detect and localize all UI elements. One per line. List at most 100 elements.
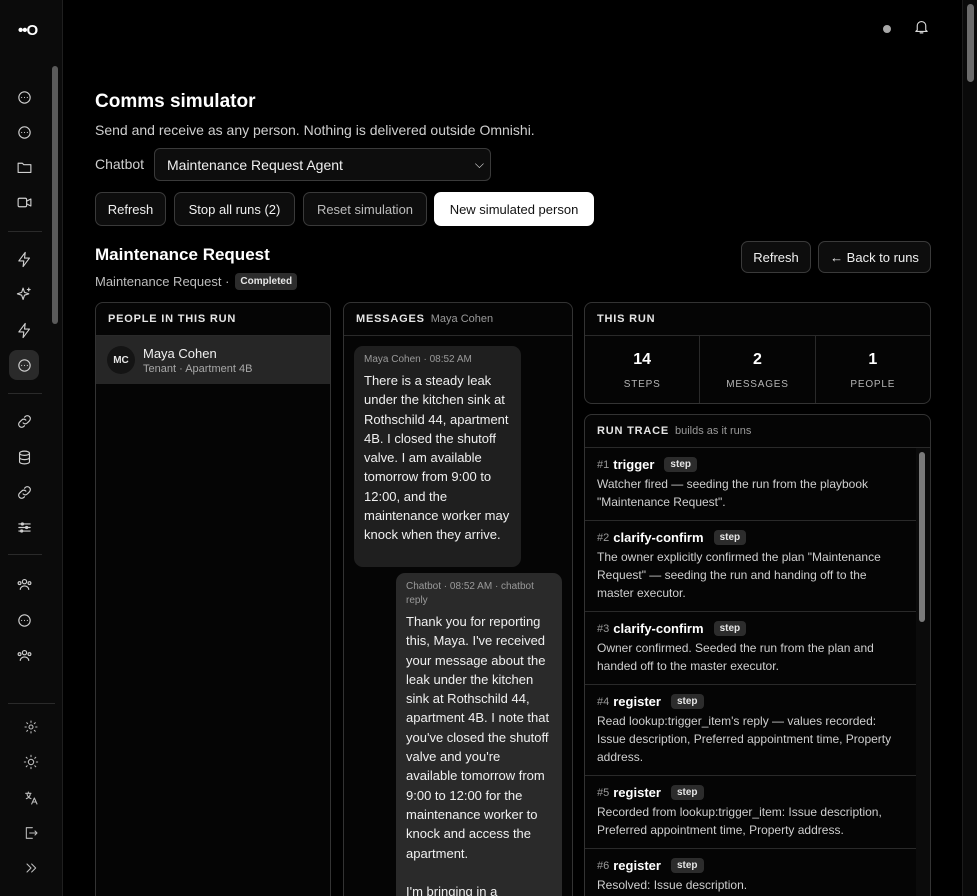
users-icon[interactable] [9,640,39,670]
status-dot [883,25,891,33]
trace-description: Recorded from lookup:trigger_item: Issue… [597,805,882,838]
users-icon[interactable] [9,569,39,599]
trace-index: #6 [597,859,610,872]
message-bubble-reply: Chatbot · 08:52 AM · chatbot reply Thank… [396,573,562,896]
trace-index: #3 [597,622,610,635]
stat-people: 1 PEOPLE [816,336,930,403]
database-icon[interactable] [9,442,39,472]
messages-header-person: Maya Cohen [430,313,494,325]
trace-name: register [613,858,661,873]
bell-icon[interactable] [910,15,932,37]
trace-description: The owner explicitly confirmed the plan … [597,550,881,601]
trace-kind-badge: step [713,621,747,636]
trace-index: #1 [597,458,610,471]
stat-label: PEOPLE [850,378,896,390]
refresh-button[interactable]: Refresh [95,192,166,226]
trace-description: Read lookup:trigger_item's reply — value… [597,714,892,765]
gear-icon[interactable] [16,712,46,742]
app-root: ••O Comms simulator Send and receive as … [0,0,977,896]
sparkles-icon[interactable] [9,279,39,309]
messages-panel: MESSAGES Maya Cohen Maya Cohen · 08:52 A… [343,302,573,896]
trace-index: #2 [597,531,610,544]
stat-value: 14 [633,350,652,368]
trace-kind-badge: step [670,858,704,873]
stat-steps: 14 STEPS [585,336,701,403]
person-name: Maya Cohen [143,345,217,361]
logout-icon[interactable] [16,818,46,848]
rail-scrollbar-thumb[interactable] [52,66,58,324]
person-role: Tenant · Apartment 4B [143,362,253,375]
run-trace-hint: builds as it runs [674,425,752,437]
chatbot-select-value: Maintenance Request Agent [167,156,343,173]
trace-name: trigger [613,457,655,472]
run-trace-label: RUN TRACE [597,425,669,437]
rail-divider [8,554,42,555]
video-icon[interactable] [9,187,39,217]
messages-panel-header: MESSAGES Maya Cohen [344,303,572,336]
sun-icon[interactable] [16,747,46,777]
chatbot-label: Chatbot [95,156,145,172]
run-trace-header: RUN TRACE builds as it runs [585,415,930,448]
chat-bubble-icon[interactable] [9,605,39,635]
this-run-panel: THIS RUN 14 STEPS 2 MESSAGES 1 PEOPLE [584,302,931,404]
trace-index: #5 [597,786,610,799]
bolt-icon[interactable] [9,315,39,345]
run-stats: 14 STEPS 2 MESSAGES 1 PEOPLE [585,336,930,403]
people-panel-header: PEOPLE IN THIS RUN [96,303,330,336]
page-scrollbar[interactable] [962,0,977,896]
stop-all-runs-button[interactable]: Stop all runs (2) [174,192,295,226]
trace-item[interactable]: #5 register step Recorded from lookup:trig… [585,776,916,849]
status-badge: Completed [235,273,298,290]
chat-bubble-icon[interactable] [9,117,39,147]
link-icon[interactable] [9,406,39,436]
trace-kind-badge: step [670,694,704,709]
trace-name: register [613,694,661,709]
bolt-icon[interactable] [9,244,39,274]
app-logo[interactable]: ••O [18,22,44,40]
rail-divider [8,231,42,232]
person-row[interactable]: MC Maya Cohen Tenant · Apartment 4B [96,336,330,384]
message-meta: Maya Cohen · 08:52 AM [364,354,472,365]
reset-simulation-button[interactable]: Reset simulation [303,192,427,226]
trace-item[interactable]: #3 clarify-confirm step Owner confirmed. S… [585,612,916,685]
sliders-icon[interactable] [9,512,39,542]
chevron-down-icon: ⌵ [474,157,484,171]
link-icon[interactable] [9,477,39,507]
stat-value: 2 [753,350,762,368]
chatbot-select[interactable]: Maintenance Request Agent ⌵ [154,148,491,181]
trace-description: Watcher fired — seeding the run from the… [597,477,869,510]
new-simulated-person-button[interactable]: New simulated person [434,192,594,226]
trace-item[interactable]: #4 register step Read lookup:trigger_item'… [585,685,916,776]
run-playbook: Maintenance Request · [95,274,230,289]
people-panel: PEOPLE IN THIS RUN MC Maya Cohen Tenant … [95,302,331,896]
run-title: Maintenance Request [95,245,270,264]
trace-list[interactable]: #1 trigger step Watcher fired — seeding th… [585,448,916,896]
page-subtitle: Send and receive as any person. Nothing … [95,122,535,138]
stat-value: 1 [868,350,878,368]
trace-scrollbar-thumb[interactable] [919,452,925,622]
page-scrollbar-thumb[interactable] [967,4,974,82]
trace-item[interactable]: #6 register step Resolved: Issue descripti… [585,849,916,896]
run-refresh-button[interactable]: Refresh [741,241,811,273]
chat-bubble-icon[interactable] [9,82,39,112]
trace-kind-badge: step [713,530,747,545]
rail-divider [8,393,42,394]
trace-scrollbar[interactable] [916,448,930,896]
expand-icon[interactable] [16,853,46,883]
person-info: Maya Cohen Tenant · Apartment 4B [143,346,252,375]
messages-header-label: MESSAGES [356,313,425,325]
this-run-header: THIS RUN [585,303,930,336]
translate-icon[interactable] [16,783,46,813]
rail-scrollbar[interactable] [50,64,60,700]
left-rail: ••O [0,0,63,896]
trace-description: Owner confirmed. Seeded the run from the… [597,641,874,674]
back-to-runs-button[interactable]: ← Back to runs [818,241,931,273]
trace-kind-badge: step [670,785,704,800]
folder-icon[interactable] [9,152,39,182]
message-text: Thank you for reporting this, Maya. I've… [406,614,550,896]
message-text: There is a steady leak under the kitchen… [364,373,513,543]
trace-item[interactable]: #1 trigger step Watcher fired — seeding th… [585,448,916,521]
trace-item[interactable]: #2 clarify-confirm step The owner explicit… [585,521,916,612]
rail-divider [8,703,55,704]
chat-bubble-icon[interactable] [9,350,39,380]
